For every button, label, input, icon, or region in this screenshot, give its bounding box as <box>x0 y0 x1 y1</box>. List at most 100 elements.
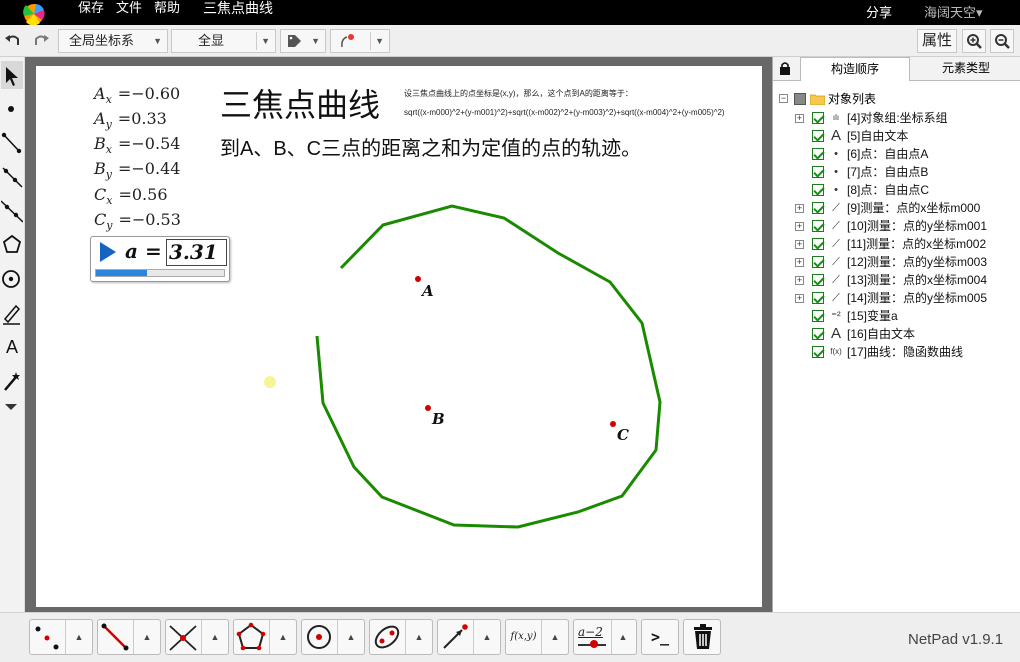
tree-item[interactable]: • [6]点：自由点A <box>795 145 1020 163</box>
tree-item[interactable]: f(x) [17]曲线：隐函数曲线 <box>795 343 1020 361</box>
measure-icon: ⟋ <box>832 292 840 304</box>
tree-item[interactable]: • [8]点：自由点C <box>795 181 1020 199</box>
point-icon <box>8 106 14 112</box>
visibility-checkbox[interactable] <box>812 238 824 250</box>
measure-icon: ⟋ <box>832 220 840 232</box>
tree-item-label: [14]测量：点的y坐标m005 <box>847 291 988 305</box>
visibility-checkbox[interactable] <box>812 166 824 178</box>
visibility-checkbox[interactable] <box>812 184 824 196</box>
point-c[interactable] <box>610 421 616 427</box>
visibility-checkbox[interactable] <box>812 202 824 214</box>
tree-item[interactable]: • [7]点：自由点B <box>795 163 1020 181</box>
properties-button[interactable]: 属性 <box>917 29 957 53</box>
circle-tools-group[interactable]: ▲ <box>301 619 365 655</box>
label-tag-button[interactable]: ▼ <box>280 29 326 53</box>
visibility-checkbox[interactable] <box>812 220 824 232</box>
ray-tool[interactable] <box>1 163 23 191</box>
show-all-button[interactable]: 全显 ▼ <box>171 29 276 53</box>
expand-icon[interactable]: + <box>795 294 804 303</box>
visibility-checkbox[interactable] <box>812 310 824 322</box>
tree-root[interactable]: − 对象列表 <box>779 91 1019 107</box>
tree-item[interactable]: + ⟋ [9]测量：点的x坐标m000 <box>795 199 1020 217</box>
caret-up-icon: ▲ <box>74 632 84 642</box>
visibility-checkbox[interactable] <box>812 328 824 340</box>
point-tool[interactable] <box>1 95 23 123</box>
tree-root-label: 对象列表 <box>828 92 877 106</box>
point-tools-group[interactable]: ▲ <box>29 619 93 655</box>
tree-item[interactable]: ⁼² [15]变量a <box>795 307 1020 325</box>
redo-icon[interactable] <box>32 31 50 49</box>
zoom-out-button[interactable] <box>990 29 1014 53</box>
more-tools-button[interactable] <box>1 397 23 425</box>
visibility-checkbox[interactable] <box>812 130 824 142</box>
intersection-tools-group[interactable]: ▲ <box>165 619 229 655</box>
caret-up-icon: ▲ <box>550 632 560 642</box>
menu-save[interactable]: 保存 <box>78 0 104 25</box>
zoom-in-button[interactable] <box>962 29 986 53</box>
visibility-checkbox[interactable] <box>812 112 824 124</box>
delete-button[interactable] <box>683 619 721 655</box>
menu-file[interactable]: 文件 <box>116 0 142 25</box>
tree-item[interactable]: A [5]自由文本 <box>795 127 1020 145</box>
expand-icon[interactable]: + <box>795 222 804 231</box>
version-label: NetPad v1.9.1 <box>908 631 1004 648</box>
pen-tool[interactable] <box>1 299 23 327</box>
tree-item[interactable]: A [16]自由文本 <box>795 325 1020 343</box>
expand-icon[interactable]: + <box>795 240 804 249</box>
variable-tools-group[interactable]: a−2 ▲ <box>573 619 637 655</box>
user-name: 海阔天空 <box>924 5 977 20</box>
visibility-checkbox[interactable] <box>812 346 824 358</box>
tree-item[interactable]: + ⟋ [14]测量：点的y坐标m005 <box>795 289 1020 307</box>
segment-tool[interactable] <box>1 129 23 157</box>
tree-item[interactable]: + ⟋ [11]测量：点的x坐标m002 <box>795 235 1020 253</box>
lock-icon[interactable] <box>778 61 792 76</box>
expand-icon[interactable]: + <box>795 114 804 123</box>
tree-item-label: [5]自由文本 <box>847 129 909 143</box>
tree-item[interactable]: + ⟋ [10]测量：点的y坐标m001 <box>795 217 1020 235</box>
collapse-icon[interactable]: − <box>779 94 788 103</box>
conic-tools-group[interactable]: ▲ <box>369 619 433 655</box>
point-a[interactable] <box>415 276 421 282</box>
point-b[interactable] <box>425 405 431 411</box>
expand-icon[interactable]: + <box>795 276 804 285</box>
circle-icon <box>307 625 331 649</box>
circle-tool[interactable] <box>1 265 23 293</box>
polygon-tools-group[interactable]: ▲ <box>233 619 297 655</box>
caret-up-icon: ▲ <box>618 632 628 642</box>
visibility-checkbox[interactable] <box>812 274 824 286</box>
tab-construction-order[interactable]: 构造顺序 <box>800 57 910 81</box>
tree-item[interactable]: + ⟋ [12]测量：点的y坐标m003 <box>795 253 1020 271</box>
main-toolbar: 全局坐标系 ▼ 全显 ▼ ▼ ▼ 属性 <box>0 25 1020 57</box>
select-tool[interactable] <box>1 61 23 89</box>
segment-tools-group[interactable]: ▲ <box>97 619 161 655</box>
undo-icon[interactable] <box>4 31 22 49</box>
expand-icon[interactable]: + <box>795 204 804 213</box>
visibility-checkbox[interactable] <box>812 256 824 268</box>
tree-items: + ılı [4]对象组:坐标系组 A [5]自由文本 • [6]点：自由点A • [7]点：自… <box>795 109 1020 429</box>
polygon-tool[interactable] <box>1 231 23 259</box>
chevron-down-icon: ▼ <box>311 36 320 46</box>
coord-system-select[interactable]: 全局坐标系 ▼ <box>58 29 168 53</box>
line-tool[interactable] <box>0 197 24 225</box>
expand-icon[interactable]: + <box>795 258 804 267</box>
text-tool[interactable]: A <box>1 333 23 361</box>
intersection-icon <box>169 625 197 651</box>
tree-item[interactable]: + ⟋ [13]测量：点的x坐标m004 <box>795 271 1020 289</box>
trace-button[interactable]: ▼ <box>330 29 390 53</box>
points-icon <box>35 626 59 650</box>
menu-help[interactable]: 帮助 <box>154 0 180 25</box>
partial-check-icon[interactable] <box>794 93 806 105</box>
function-tools-group[interactable]: f(x,y) ▲ <box>505 619 569 655</box>
tri-focal-curve[interactable] <box>315 204 662 529</box>
vector-tools-group[interactable]: ▲ <box>437 619 501 655</box>
tree-item[interactable]: + ılı [4]对象组:坐标系组 <box>795 109 1020 127</box>
drawing-canvas[interactable]: Ax =−0.60 Ay =0.33 Bx =−0.54 By =−0.44 Cx =0.56 Cy… <box>36 66 762 607</box>
command-button[interactable]: >_ <box>641 619 679 655</box>
caret-up-icon: ▲ <box>346 632 356 642</box>
show-all-label: 全显 <box>198 33 225 48</box>
pointer-icon <box>6 67 18 86</box>
visibility-checkbox[interactable] <box>812 148 824 160</box>
magic-tool[interactable] <box>1 367 23 395</box>
visibility-checkbox[interactable] <box>812 292 824 304</box>
tab-element-type[interactable]: 元素类型 <box>913 57 1019 81</box>
